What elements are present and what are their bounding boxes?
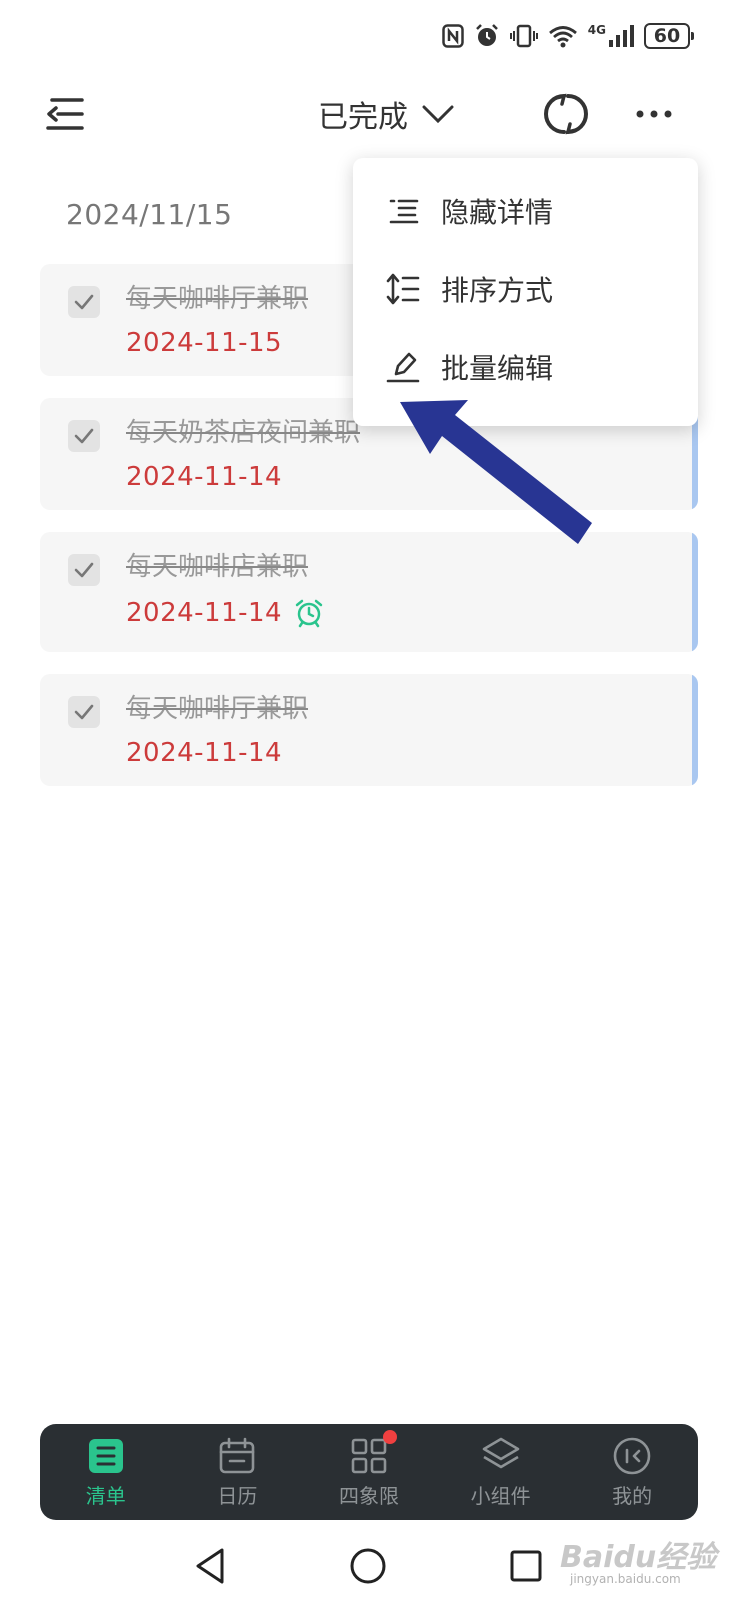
status-bar: 4G 60 [442, 18, 694, 54]
nav-item-list[interactable]: 清单 [40, 1424, 172, 1520]
profile-icon [613, 1437, 651, 1474]
sync-button[interactable] [544, 92, 588, 136]
task-date: 2024-11-15 [126, 328, 283, 358]
menu-item-label: 批量编辑 [441, 352, 554, 385]
nav-item-widgets[interactable]: 小组件 [435, 1424, 567, 1520]
list-icon [88, 1438, 123, 1473]
calendar-icon [220, 1437, 255, 1473]
date-group-header: 2024/11/15 [66, 198, 233, 231]
task-checkbox[interactable] [68, 696, 100, 728]
layers-icon [482, 1437, 519, 1468]
grid-icon [351, 1438, 387, 1473]
nav-label: 日历 [217, 1483, 258, 1508]
menu-item-label: 隐藏详情 [441, 196, 554, 229]
bottom-navigation: 清单 日历 四象限 小组件 我的 [40, 1424, 698, 1520]
chevron-down-icon [422, 105, 454, 124]
list-detail-icon [389, 199, 419, 224]
more-dots-icon [636, 110, 672, 118]
options-dropdown-menu: 隐藏详情 排序方式 批量编辑 [353, 158, 698, 426]
checkmark-icon [74, 704, 94, 720]
nav-item-calendar[interactable]: 日历 [172, 1424, 304, 1520]
task-checkbox[interactable] [68, 420, 100, 452]
back-button[interactable] [186, 1542, 234, 1590]
menu-item-batch-edit[interactable]: 批量编辑 [353, 328, 698, 406]
task-accent-bar [692, 674, 698, 786]
nav-label: 清单 [85, 1483, 126, 1508]
watermark: Baidu经验 jingyan.baidu.com [560, 1532, 716, 1586]
recents-square-icon [510, 1550, 542, 1582]
nav-label: 四象限 [338, 1483, 399, 1508]
task-checkbox[interactable] [68, 286, 100, 318]
task-card[interactable]: 每天咖啡厅兼职 2024-11-14 [40, 674, 698, 786]
task-accent-bar [692, 532, 698, 652]
task-date: 2024-11-14 [126, 598, 283, 628]
nav-label: 小组件 [470, 1483, 531, 1508]
task-title: 每天咖啡厅兼职 [126, 694, 309, 724]
vibrate-icon [509, 24, 538, 48]
task-date: 2024-11-14 [126, 738, 283, 768]
collapse-menu-icon [46, 98, 84, 130]
battery-indicator: 60 [644, 23, 694, 49]
nav-label: 我的 [612, 1483, 653, 1508]
task-title: 每天咖啡店兼职 [126, 552, 309, 582]
battery-level: 60 [653, 25, 681, 47]
task-date: 2024-11-14 [126, 462, 283, 492]
nav-item-quadrant[interactable]: 四象限 [303, 1424, 435, 1520]
edit-pen-icon [386, 352, 420, 383]
sort-icon [386, 273, 420, 305]
notification-badge [382, 1429, 397, 1444]
menu-item-hide-details[interactable]: 隐藏详情 [353, 172, 698, 250]
watermark-brand: Baidu经验 [560, 1540, 717, 1575]
nfc-icon [442, 24, 464, 48]
home-circle-icon [350, 1548, 386, 1584]
page-title: 已完成 [318, 100, 408, 135]
checkmark-icon [74, 294, 94, 310]
cell-signal: 4G [588, 24, 634, 48]
alarm-status-icon [475, 24, 498, 46]
back-triangle-icon [196, 1548, 224, 1584]
checkmark-icon [74, 562, 94, 578]
drawer-menu-button[interactable] [40, 92, 88, 136]
signal-icon [609, 25, 634, 47]
task-title: 每天咖啡厅兼职 [126, 284, 309, 314]
task-title: 每天奶茶店夜间兼职 [126, 418, 361, 448]
wifi-icon [548, 26, 577, 48]
more-options-button[interactable] [632, 92, 676, 136]
nav-item-profile[interactable]: 我的 [566, 1424, 698, 1520]
menu-item-label: 排序方式 [441, 274, 554, 307]
alarm-clock-icon [295, 599, 323, 628]
list-filter-dropdown[interactable]: 已完成 [318, 90, 454, 138]
network-type: 4G [587, 23, 606, 37]
app-header: 已完成 [0, 78, 738, 150]
home-button[interactable] [344, 1542, 392, 1590]
checkmark-icon [74, 428, 94, 444]
menu-item-sort[interactable]: 排序方式 [353, 250, 698, 328]
recents-button[interactable] [502, 1542, 550, 1590]
task-checkbox[interactable] [68, 554, 100, 586]
sync-icon [544, 93, 588, 135]
annotation-arrow [400, 400, 592, 544]
